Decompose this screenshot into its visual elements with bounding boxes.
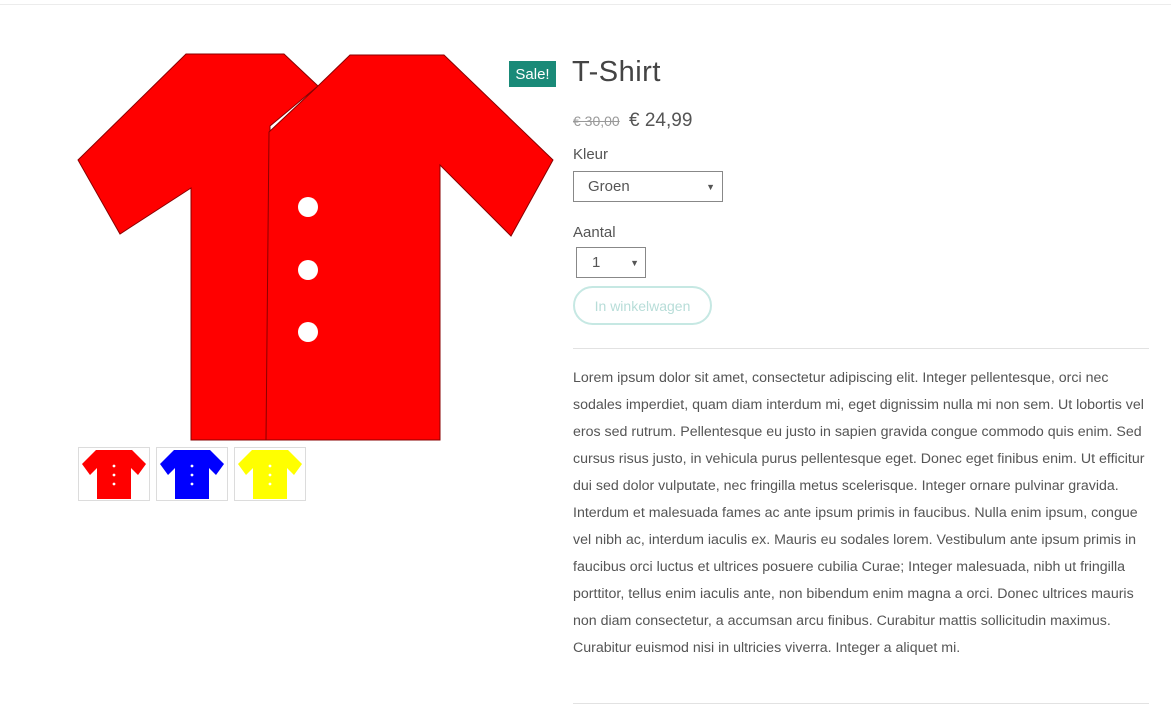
shirt-icon xyxy=(160,450,224,499)
color-label: Kleur xyxy=(573,146,609,163)
main-product-image[interactable] xyxy=(74,48,558,444)
top-divider xyxy=(0,4,1171,5)
color-select[interactable]: Groen ▼ xyxy=(573,171,723,202)
shirt-icon xyxy=(238,450,302,499)
shirt-icon xyxy=(77,53,554,441)
chevron-down-icon: ▼ xyxy=(630,258,639,268)
quantity-label: Aantal xyxy=(573,224,616,241)
thumbnail-yellow[interactable] xyxy=(234,447,306,501)
product-price: € 30,00 € 24,99 xyxy=(573,110,692,132)
thumbnail-blue[interactable] xyxy=(156,447,228,501)
quantity-select-value: 1 xyxy=(592,254,601,271)
chevron-down-icon: ▼ xyxy=(706,182,715,192)
product-title: T-Shirt xyxy=(572,56,661,88)
color-select-value: Groen xyxy=(588,178,630,195)
section-divider xyxy=(573,348,1149,349)
old-price: € 30,00 xyxy=(573,113,620,129)
sale-badge: Sale! xyxy=(509,61,556,87)
description-paragraph: Interdum et malesuada fames ac ante ipsu… xyxy=(573,505,1138,656)
sale-price: € 24,99 xyxy=(629,110,693,131)
shirt-icon xyxy=(82,450,146,499)
thumbnail-gallery xyxy=(78,447,306,501)
product-description: Lorem ipsum dolor sit amet, consectetur … xyxy=(573,365,1153,662)
description-paragraph: Lorem ipsum dolor sit amet, consectetur … xyxy=(573,370,1145,494)
bottom-divider xyxy=(573,703,1149,704)
thumbnail-red[interactable] xyxy=(78,447,150,501)
quantity-select[interactable]: 1 ▼ xyxy=(576,247,646,278)
add-to-cart-button[interactable]: In winkelwagen xyxy=(573,286,712,325)
